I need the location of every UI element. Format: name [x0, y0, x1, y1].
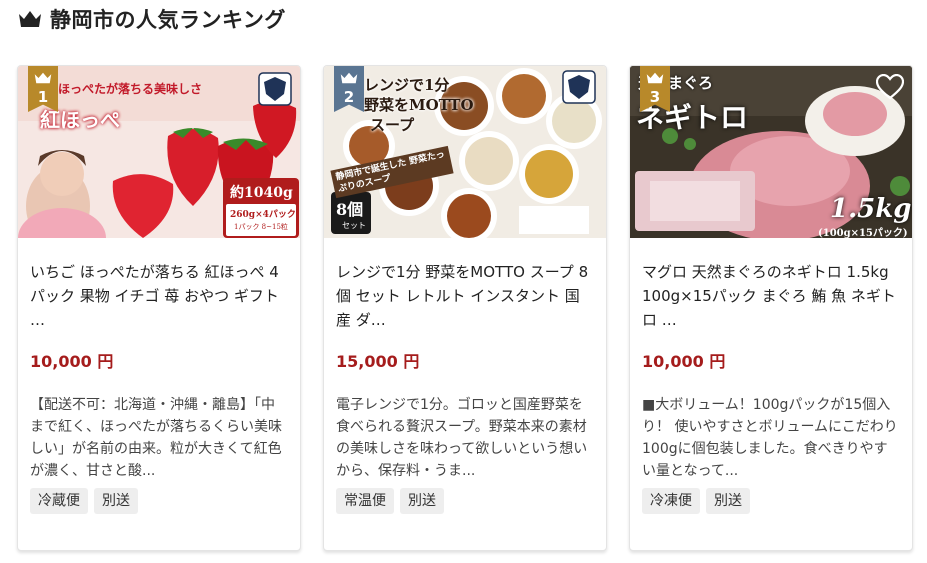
image-count-sub: セット [342, 221, 366, 230]
product-image[interactable]: 天然まぐろ ネギトロ 1.5kg (100g×15パック) 3 [630, 66, 912, 238]
rank-number: 3 [649, 88, 661, 106]
image-caption-1: ほっぺたが落ちる美味しさ [58, 82, 203, 96]
product-price: 10,000 円 [642, 352, 726, 371]
rank-number: 1 [37, 88, 49, 106]
product-title[interactable]: いちご ほっぺたが落ちる 紅ほっぺ 4パック 果物 イチゴ 苺 おやつ ギフト … [30, 260, 288, 332]
image-weight: 約1040g [230, 185, 293, 201]
image-pack-sub: 1パック 8~15粒 [234, 223, 288, 231]
crown-icon [19, 11, 41, 27]
product-image[interactable]: ほっぺたが落ちる美味しさ 紅ほっぺ 約1040g 260g×4パック 1パック … [18, 66, 300, 238]
section-title: 静岡市の人気ランキング [50, 8, 286, 32]
section-header: 静岡市の人気ランキング [18, 4, 286, 34]
image-caption-2: 野菜をMOTTO [364, 96, 474, 114]
tag-list: 常温便 別送 [336, 488, 594, 514]
tag-shipping: 冷凍便 [642, 488, 700, 514]
product-price: 15,000 円 [336, 352, 420, 371]
image-weight: 1.5kg [830, 194, 912, 224]
crown-icon [646, 72, 664, 84]
heart-icon[interactable] [876, 74, 904, 100]
crown-icon [34, 72, 52, 84]
product-description: ■大ボリューム！100gパックが15個入り！ 使いやすさとボリュームにこだわり1… [642, 397, 898, 479]
product-description: 電子レンジで1分。ゴロッと国産野菜を食べられる贅沢スープ。野菜本来の素材の美味し… [336, 397, 588, 479]
ranking-card-1[interactable]: ほっぺたが落ちる美味しさ 紅ほっぺ 約1040g 260g×4パック 1パック … [17, 65, 301, 551]
product-image[interactable]: レンジで1分 野菜をMOTTO スープ 静岡市で誕生した 野菜たっぷりのスープ … [324, 66, 606, 238]
tag-list: 冷蔵便 別送 [30, 488, 288, 514]
image-pack: (100g×15パック) [818, 228, 908, 238]
image-pack: 260g×4パック [230, 210, 296, 220]
image-count: 8個 [336, 200, 364, 219]
rank-number: 2 [343, 88, 355, 106]
image-caption-1: レンジで1分 [364, 76, 450, 94]
shield-logo-icon [258, 72, 292, 106]
ranking-card-2[interactable]: レンジで1分 野菜をMOTTO スープ 静岡市で誕生した 野菜たっぷりのスープ … [323, 65, 607, 551]
ranking-card-3[interactable]: 天然まぐろ ネギトロ 1.5kg (100g×15パック) 3 マグロ 天然まぐ… [629, 65, 913, 551]
tag-shipping: 冷蔵便 [30, 488, 88, 514]
tag-list: 冷凍便 別送 [642, 488, 900, 514]
product-description: 【配送不可：北海道・沖縄・離島】「中まで紅く、ほっぺたが落ちるくらい美味しい」が… [30, 397, 282, 479]
shield-logo-icon [562, 70, 596, 104]
product-title[interactable]: レンジで1分 野菜をMOTTO スープ 8個 セット レトルト インスタント 国… [336, 260, 594, 332]
tag-separate: 別送 [706, 488, 750, 514]
product-title[interactable]: マグロ 天然まぐろのネギトロ 1.5kg 100g×15パック まぐろ 鮪 魚 … [642, 260, 900, 332]
image-caption-3: スープ [370, 116, 415, 134]
tag-separate: 別送 [94, 488, 138, 514]
product-price: 10,000 円 [30, 352, 114, 371]
tag-shipping: 常温便 [336, 488, 394, 514]
crown-icon [340, 72, 358, 84]
tag-separate: 別送 [400, 488, 444, 514]
